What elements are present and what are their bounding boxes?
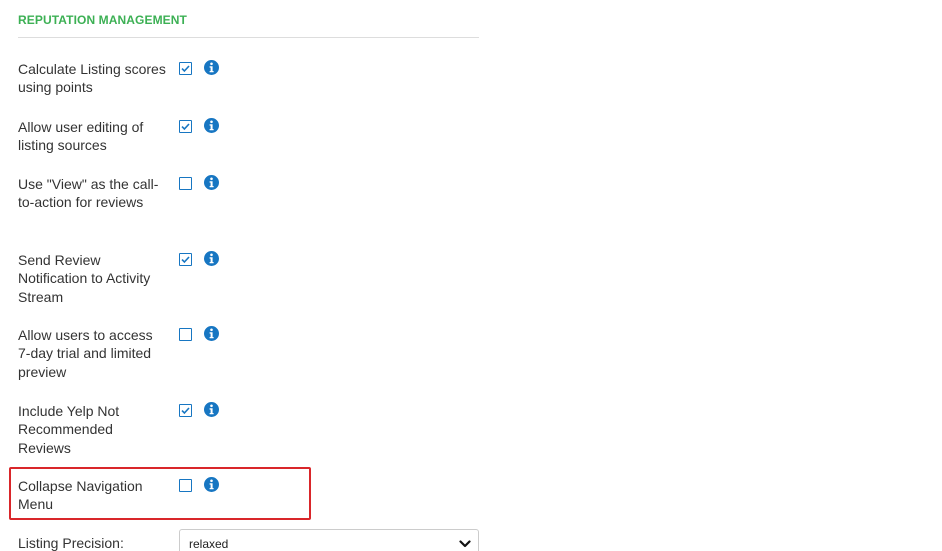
setting-label: Calculate Listing scores using points <box>18 61 166 96</box>
setting-label: Include Yelp Not Recommended Reviews <box>18 403 120 456</box>
setting-checkbox-view-cta[interactable] <box>179 177 192 190</box>
setting-checkbox-review-notification[interactable] <box>179 253 192 266</box>
setting-label: Use "View" as the call-to-action for rev… <box>18 176 159 211</box>
setting-checkbox-yelp-reviews[interactable] <box>179 404 192 417</box>
info-icon[interactable] <box>204 118 219 133</box>
section-divider <box>18 37 479 38</box>
listing-precision-value: relaxed <box>189 537 229 551</box>
info-icon[interactable] <box>204 402 219 417</box>
setting-label: Allow user editing of listing sources <box>18 119 144 154</box>
info-icon[interactable] <box>204 175 219 190</box>
setting-checkbox-collapse-navigation[interactable] <box>179 479 192 492</box>
info-icon[interactable] <box>204 60 219 75</box>
check-icon <box>181 407 190 415</box>
setting-checkbox-calculate-scores[interactable] <box>179 62 192 75</box>
setting-checkbox-trial-access[interactable] <box>179 328 192 341</box>
setting-checkbox-allow-editing[interactable] <box>179 120 192 133</box>
info-icon[interactable] <box>204 251 219 266</box>
check-icon <box>181 123 190 131</box>
listing-precision-select[interactable]: relaxed <box>179 529 479 551</box>
check-icon <box>181 65 190 73</box>
chevron-down-icon <box>459 540 471 548</box>
setting-label: Collapse Navigation Menu <box>18 478 143 513</box>
setting-label: Send Review Notification to Activity Str… <box>18 252 151 305</box>
section-title: REPUTATION MANAGEMENT <box>18 13 187 27</box>
info-icon[interactable] <box>204 326 219 341</box>
info-icon[interactable] <box>204 477 219 492</box>
check-icon <box>181 256 190 264</box>
listing-precision-label: Listing Precision: <box>18 535 124 551</box>
setting-label: Allow users to access 7-day trial and li… <box>18 327 153 380</box>
reputation-settings-page: REPUTATION MANAGEMENT Calculate Listing … <box>0 0 942 551</box>
